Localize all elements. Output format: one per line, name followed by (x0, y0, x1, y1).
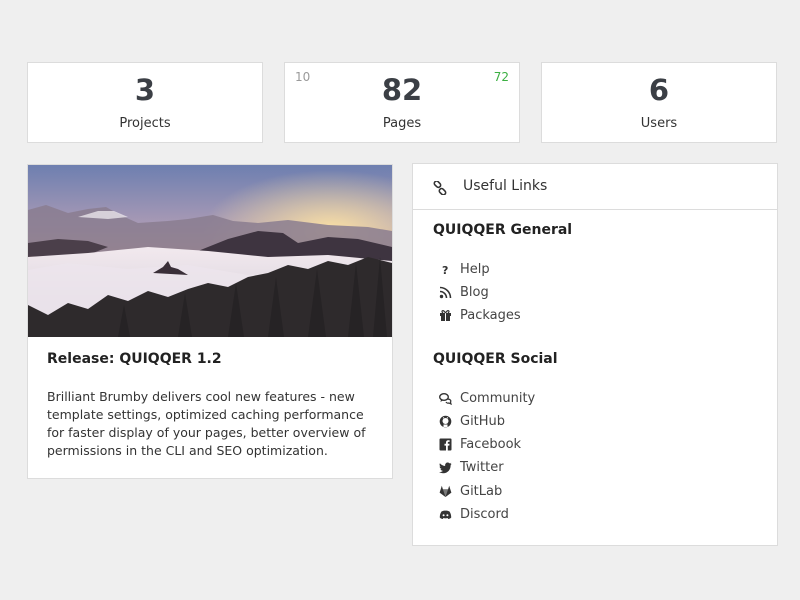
general-section-title: QUIQQER General (433, 222, 573, 238)
useful-links-panel: Useful Links QUIQQER General ? Help Blog… (412, 163, 778, 546)
link-twitter[interactable]: Twitter (438, 458, 504, 476)
release-title: Release: QUIQQER 1.2 (47, 351, 222, 367)
useful-links-title: Useful Links (463, 178, 548, 194)
svg-text:?: ? (442, 264, 448, 276)
projects-stat-card: 3 Projects (27, 62, 263, 143)
link-gitlab[interactable]: GitLab (438, 482, 502, 500)
useful-links-header: Useful Links (413, 164, 777, 210)
release-description: Brilliant Brumby delivers cool new featu… (47, 389, 366, 458)
link-discord[interactable]: Discord (438, 505, 509, 523)
rss-icon (438, 285, 452, 299)
link-facebook[interactable]: Facebook (438, 435, 521, 453)
pages-count: 82 (381, 73, 423, 107)
link-community[interactable]: Community (438, 389, 535, 407)
facebook-icon (438, 437, 452, 451)
link-label: Discord (460, 506, 509, 522)
link-label: GitHub (460, 413, 506, 429)
link-github[interactable]: GitHub (438, 412, 505, 430)
pages-right-count: 72 (493, 70, 509, 84)
github-icon (438, 414, 452, 428)
pages-stat-card: 10 72 82 Pages (284, 62, 520, 143)
pages-left-count: 10 (295, 70, 311, 84)
pages-label: Pages (382, 116, 422, 131)
release-card[interactable]: Release: QUIQQER 1.2 Brilliant Brumby de… (27, 164, 393, 479)
twitter-icon (438, 460, 452, 474)
question-icon: ? (438, 262, 452, 276)
link-blog[interactable]: Blog (438, 283, 489, 301)
comments-icon (438, 391, 452, 405)
link-label: Blog (460, 284, 489, 300)
link-label: GitLab (460, 483, 503, 499)
gitlab-icon (438, 484, 452, 498)
link-label: Packages (460, 307, 521, 323)
users-count: 6 (648, 73, 670, 107)
link-icon (433, 180, 447, 199)
projects-label: Projects (119, 116, 171, 131)
link-packages[interactable]: Packages (438, 306, 521, 324)
link-label: Twitter (460, 459, 504, 475)
release-hero-image (28, 165, 392, 337)
projects-count: 3 (134, 73, 156, 107)
users-stat-card: 6 Users (541, 62, 777, 143)
discord-icon (438, 507, 452, 521)
social-section-title: QUIQQER Social (433, 351, 558, 367)
link-label: Help (460, 261, 490, 277)
users-label: Users (640, 116, 678, 131)
link-label: Facebook (460, 436, 522, 452)
link-help[interactable]: ? Help (438, 260, 490, 278)
link-label: Community (460, 390, 536, 406)
gift-icon (438, 308, 452, 322)
